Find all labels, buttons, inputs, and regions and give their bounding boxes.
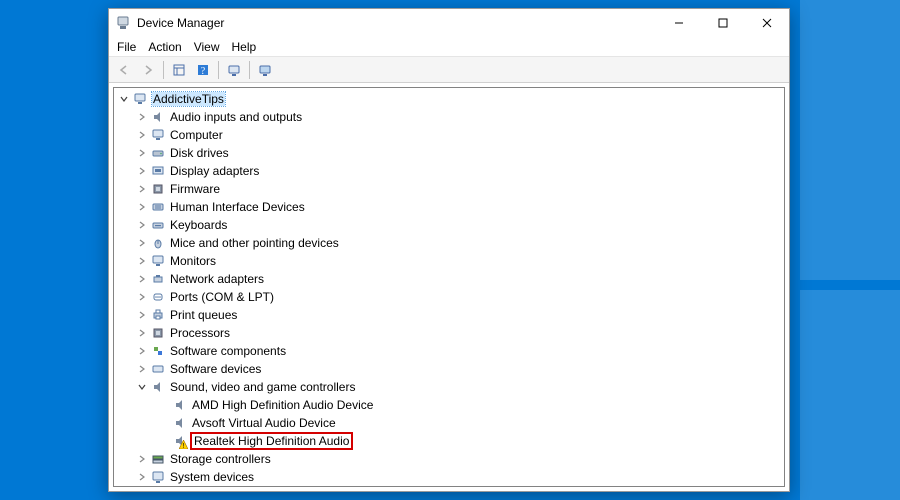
menu-action[interactable]: Action — [148, 40, 181, 54]
component-icon — [150, 343, 166, 359]
computer-icon — [132, 91, 148, 107]
chevron-right-icon[interactable] — [136, 327, 148, 339]
tree-item-audio-inputs[interactable]: Audio inputs and outputs — [114, 108, 784, 126]
desktop-wallpaper-accent — [800, 0, 900, 500]
speaker-icon — [172, 415, 188, 431]
expander-none — [158, 399, 170, 411]
titlebar: Device Manager — [109, 9, 789, 37]
tree-item-sound[interactable]: Sound, video and game controllers — [114, 378, 784, 396]
tree-item-monitors[interactable]: Monitors — [114, 252, 784, 270]
tree-item-computer[interactable]: Computer — [114, 126, 784, 144]
tree-item-mice[interactable]: Mice and other pointing devices — [114, 234, 784, 252]
speaker-icon — [150, 109, 166, 125]
back-button[interactable] — [113, 60, 135, 80]
tree-item-software-devices[interactable]: Software devices — [114, 360, 784, 378]
minimize-button[interactable] — [657, 9, 701, 37]
chevron-right-icon[interactable] — [136, 471, 148, 483]
tree-item-keyboards[interactable]: Keyboards — [114, 216, 784, 234]
chevron-right-icon[interactable] — [136, 291, 148, 303]
system-icon — [150, 469, 166, 485]
software-icon — [150, 361, 166, 377]
toolbar-separator — [218, 61, 219, 79]
chevron-right-icon[interactable] — [136, 255, 148, 267]
keyboard-icon — [150, 217, 166, 233]
speaker-icon — [150, 379, 166, 395]
app-icon — [115, 15, 131, 31]
tree-device-amd-audio[interactable]: AMD High Definition Audio Device — [114, 396, 784, 414]
chevron-right-icon[interactable] — [136, 183, 148, 195]
chevron-down-icon[interactable] — [118, 93, 130, 105]
window-controls — [657, 9, 789, 37]
expander-none — [158, 417, 170, 429]
chevron-right-icon[interactable] — [136, 363, 148, 375]
tree-item-processors[interactable]: Processors — [114, 324, 784, 342]
tree-root-label: AddictiveTips — [152, 92, 225, 106]
chevron-right-icon[interactable] — [136, 111, 148, 123]
tree-item-storage-controllers[interactable]: Storage controllers — [114, 450, 784, 468]
tree-item-display-adapters[interactable]: Display adapters — [114, 162, 784, 180]
toolbar-separator — [249, 61, 250, 79]
chevron-right-icon[interactable] — [136, 273, 148, 285]
tree-item-software-components[interactable]: Software components — [114, 342, 784, 360]
toolbar: ? — [109, 57, 789, 83]
tool-button[interactable] — [254, 60, 276, 80]
chip-icon — [150, 181, 166, 197]
tree-item-ports[interactable]: Ports (COM & LPT) — [114, 288, 784, 306]
toolbar-separator — [163, 61, 164, 79]
maximize-button[interactable] — [701, 9, 745, 37]
chevron-right-icon[interactable] — [136, 201, 148, 213]
chevron-right-icon[interactable] — [136, 165, 148, 177]
window-title: Device Manager — [137, 16, 224, 30]
hid-icon — [150, 199, 166, 215]
device-tree[interactable]: AddictiveTips Audio inputs and outputs C… — [113, 87, 785, 487]
chevron-right-icon[interactable] — [136, 219, 148, 231]
network-icon — [150, 271, 166, 287]
storage-icon — [150, 451, 166, 467]
svg-text:!: ! — [183, 443, 185, 449]
tree-item-firmware[interactable]: Firmware — [114, 180, 784, 198]
tree-device-avsoft-audio[interactable]: Avsoft Virtual Audio Device — [114, 414, 784, 432]
cpu-icon — [150, 325, 166, 341]
scan-hardware-button[interactable] — [223, 60, 245, 80]
port-icon — [150, 289, 166, 305]
menu-help[interactable]: Help — [232, 40, 257, 54]
tree-item-disk-drives[interactable]: Disk drives — [114, 144, 784, 162]
menu-file[interactable]: File — [117, 40, 136, 54]
monitor-icon — [150, 253, 166, 269]
drive-icon — [150, 145, 166, 161]
monitor-icon — [150, 127, 166, 143]
tree-item-print-queues[interactable]: Print queues — [114, 306, 784, 324]
chevron-right-icon[interactable] — [136, 237, 148, 249]
mouse-icon — [150, 235, 166, 251]
menu-view[interactable]: View — [194, 40, 220, 54]
tree-root[interactable]: AddictiveTips — [114, 90, 784, 108]
speaker-warning-icon: ! — [172, 433, 188, 449]
speaker-icon — [172, 397, 188, 413]
chevron-right-icon[interactable] — [136, 129, 148, 141]
chevron-right-icon[interactable] — [136, 309, 148, 321]
chevron-down-icon[interactable] — [136, 381, 148, 393]
tree-item-hid[interactable]: Human Interface Devices — [114, 198, 784, 216]
menubar: File Action View Help — [109, 37, 789, 57]
help-button[interactable]: ? — [192, 60, 214, 80]
display-adapter-icon — [150, 163, 166, 179]
expander-none — [158, 435, 170, 447]
svg-text:?: ? — [201, 66, 206, 77]
tree-item-usb[interactable]: Universal Serial Bus controllers — [114, 486, 784, 487]
tree-item-network-adapters[interactable]: Network adapters — [114, 270, 784, 288]
chevron-right-icon[interactable] — [136, 453, 148, 465]
chevron-right-icon[interactable] — [136, 345, 148, 357]
tree-device-realtek-audio[interactable]: ! Realtek High Definition Audio — [114, 432, 784, 450]
forward-button[interactable] — [137, 60, 159, 80]
chevron-right-icon[interactable] — [136, 147, 148, 159]
close-button[interactable] — [745, 9, 789, 37]
device-manager-window: Device Manager File Action View Help — [108, 8, 790, 492]
tree-item-system-devices[interactable]: System devices — [114, 468, 784, 486]
printer-icon — [150, 307, 166, 323]
show-hidden-button[interactable] — [168, 60, 190, 80]
